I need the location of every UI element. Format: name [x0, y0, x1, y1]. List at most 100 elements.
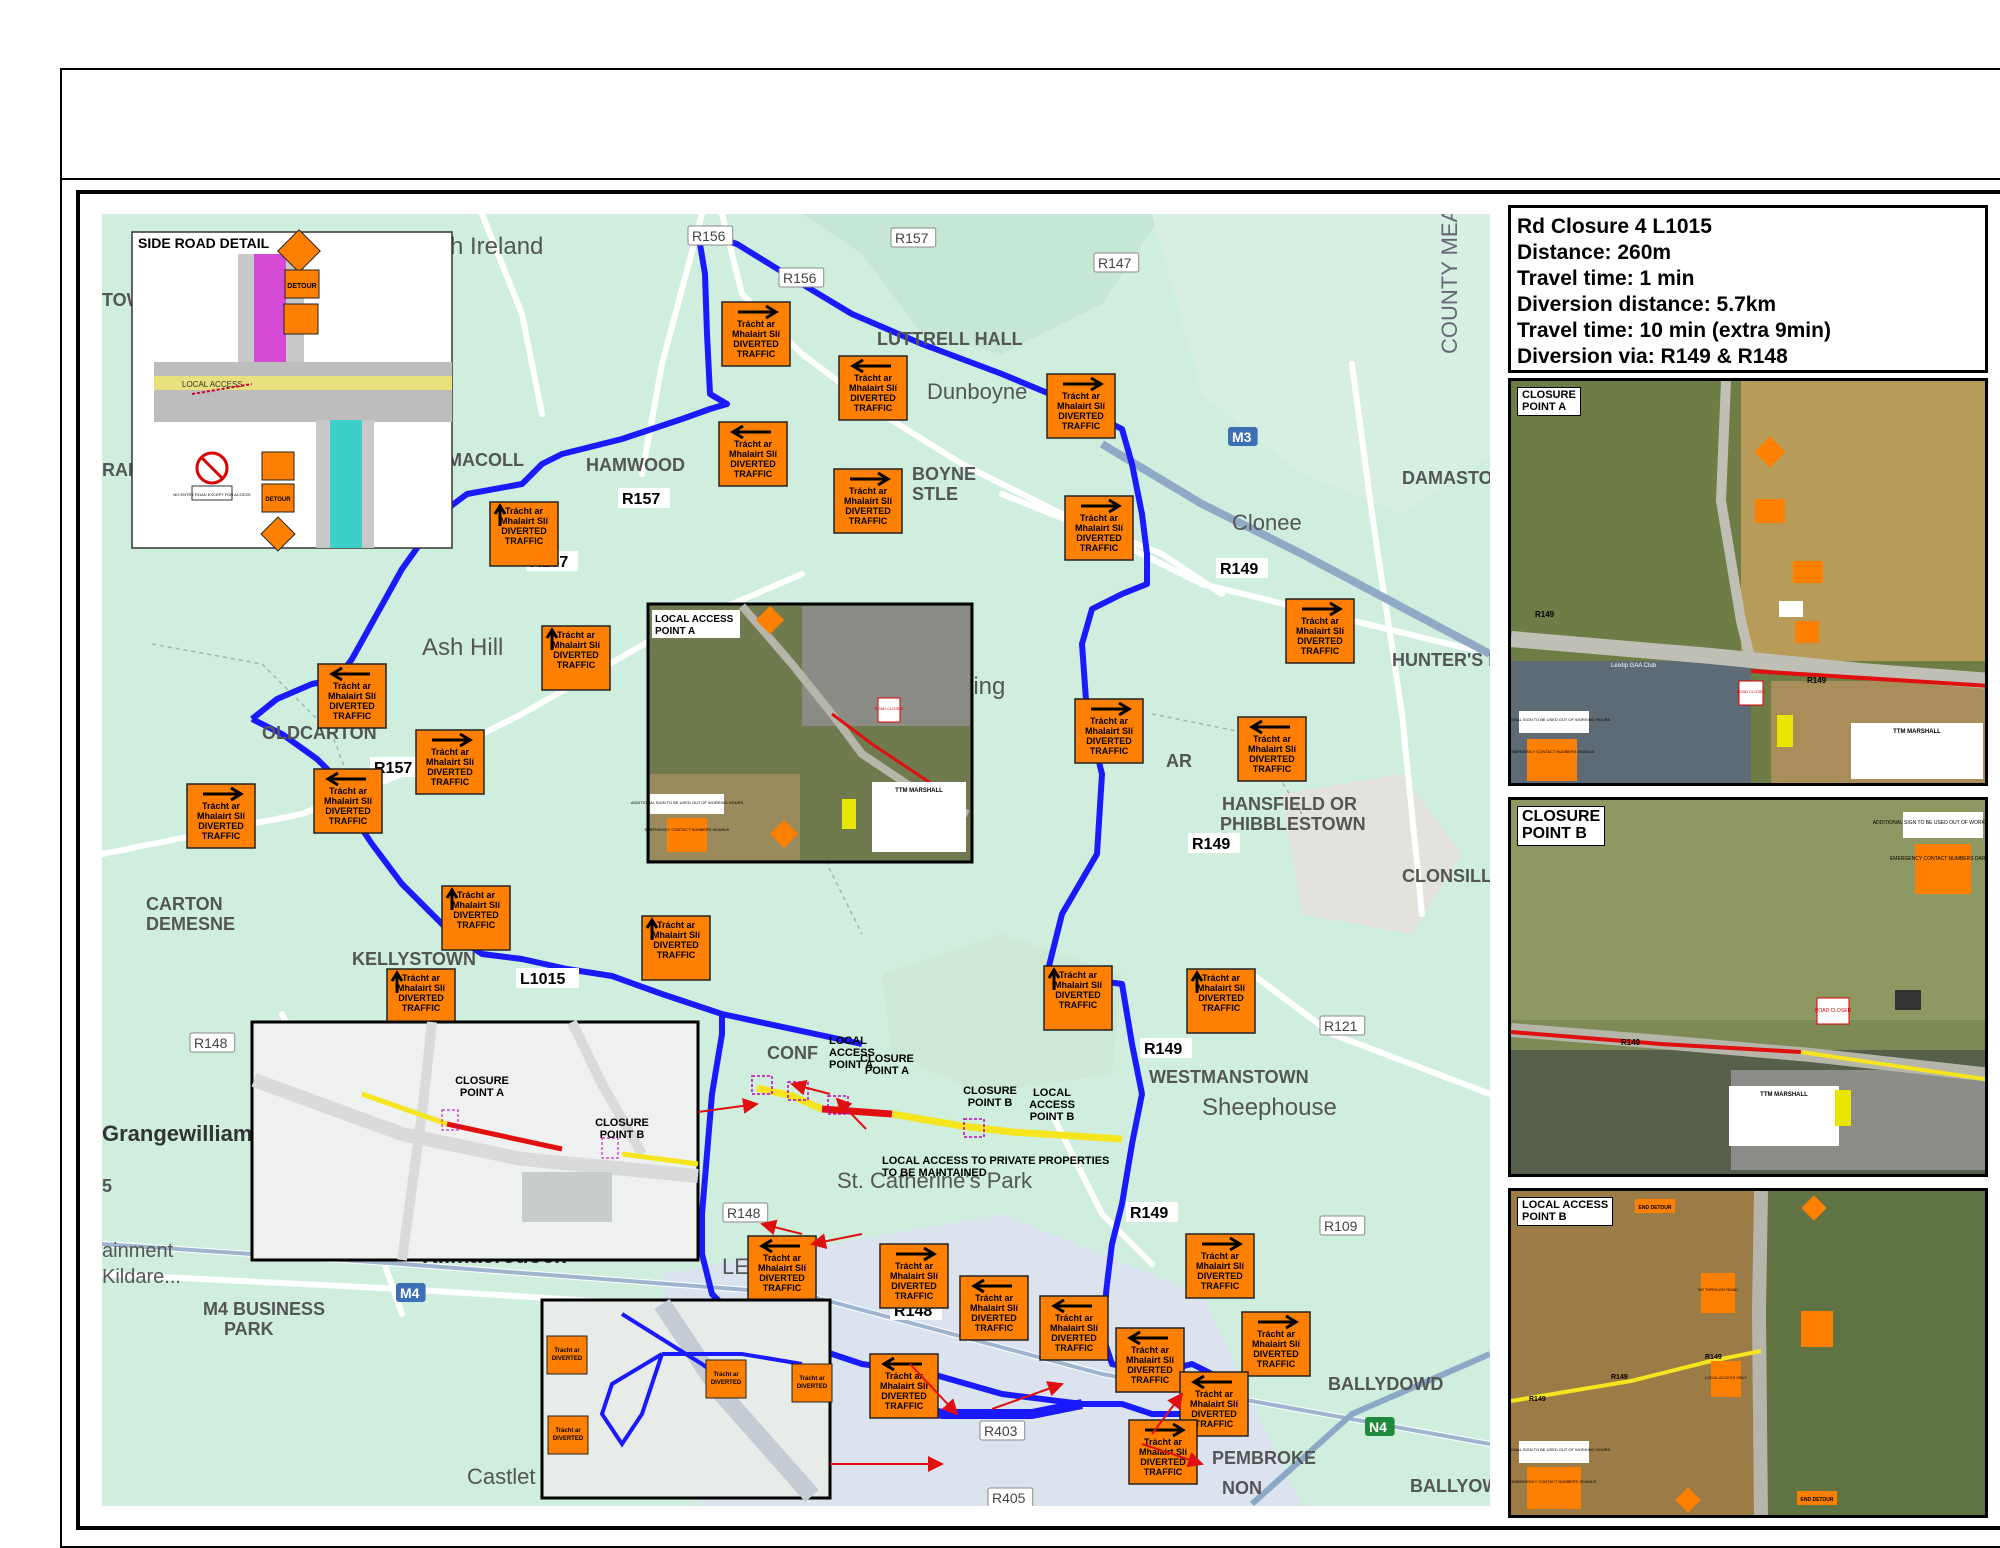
title-block-rule: [60, 178, 2000, 180]
closure-point-a-photo[interactable]: R149 R149 ROAD CLOSED ADDITIONAL SIGN TO BE…: [1508, 378, 1988, 786]
photo-road-label: R149: [1705, 1354, 1722, 1361]
diverted-sign: [261, 451, 295, 481]
place-label: CARTON: [146, 894, 223, 914]
photo-road-label: R149: [1621, 1038, 1641, 1047]
sign-text: TRAFFIC: [402, 1003, 441, 1013]
sign-text: TRAFFIC: [431, 777, 470, 787]
sign-text: TRAFFIC: [1301, 646, 1340, 656]
sign-text: DIVERTED: [501, 526, 547, 536]
sign-text: DIVERTED: [1086, 736, 1132, 746]
sign-text: Trácht ar: [849, 486, 888, 496]
sign-text: DIVERTED: [881, 1391, 927, 1401]
local-access-a-text: LOCAL: [829, 1035, 867, 1047]
place-label: HANSFIELD OR: [1222, 794, 1357, 814]
photo-road: [1751, 1191, 1768, 1515]
sign-text: Mhalairt Slí: [890, 1271, 939, 1281]
road-number-label: R148: [194, 1035, 228, 1051]
sign-text: DIVERTED: [1140, 1457, 1186, 1467]
sign-text: DIVERTED: [1191, 1409, 1237, 1419]
diversion-sign: Trácht arMhalairt SlíDIVERTEDTRAFFIC: [1285, 598, 1355, 664]
sign-text: DIVERTED: [1058, 411, 1104, 421]
sign-text: Trácht ar: [1055, 1313, 1094, 1323]
sign-text: Mhalairt Slí: [452, 900, 501, 910]
photo-road-label: R149: [1529, 1396, 1546, 1403]
diversion-map[interactable]: R156 R157 R147 R156 LUTTRELL HALL Dunboyne HAM…: [102, 214, 1490, 1506]
diversion-via: Diversion via: R149 & R148: [1517, 345, 1788, 368]
sign-text: Trácht ar: [763, 1253, 802, 1263]
sign-text: DIVERTED: [1127, 1365, 1173, 1375]
sign-text: DIVERTED: [198, 821, 244, 831]
sign-text: Mhalairt Slí: [1248, 744, 1297, 754]
marshall-figure: [842, 799, 856, 829]
sign-text: TRAFFIC: [895, 1291, 934, 1301]
photo-note-text: END DETOUR: [1801, 1497, 1834, 1503]
emergency-sign: [1915, 844, 1971, 894]
private-access-text: LOCAL ACCESS TO PRIVATE PROPERTIES: [882, 1155, 1109, 1167]
sign-text: Mhalairt Slí: [880, 1381, 929, 1391]
photo-note-text: EMERGENCY CONTACT NUMBERS SEAMUS: [1511, 749, 1595, 754]
marshall-figure: [1835, 1090, 1851, 1126]
photo-note-text: ROAD CLOSED: [1815, 1008, 1852, 1014]
place-label: BOYNE: [912, 464, 976, 484]
additional-sign-note: [1519, 1441, 1589, 1463]
sign-text: DIVERTED: [325, 806, 371, 816]
sign-text: TRAFFIC: [885, 1401, 924, 1411]
inset-building: [522, 1172, 612, 1222]
diversion-sign: Trácht arMhalairt SlíDIVERTEDTRAFFIC: [1039, 1295, 1109, 1361]
diversion-sign: Trácht arMhalairt SlíDIVERTEDTRAFFIC: [186, 783, 256, 849]
sign-text: Mhalairt Slí: [324, 796, 373, 806]
local-access-b-photo[interactable]: R149 R149 R149 NO THROUGH ROAD LOCAL ACCESS …: [1508, 1188, 1988, 1518]
sign-text: TRAFFIC: [1195, 1419, 1234, 1429]
sign-text: DIVERTED: [1076, 533, 1122, 543]
diversion-sign: Trácht arMhalairt SlíDIVERTEDTRAFFIC: [641, 915, 711, 981]
sign-text: TRAFFIC: [1090, 746, 1129, 756]
sign-text: Trácht ar: [431, 747, 470, 757]
sign-text: TRAFFIC: [1080, 543, 1119, 553]
sign-text: Trácht ar: [734, 439, 773, 449]
private-access-text: TO BE MAINTAINED: [882, 1167, 987, 1179]
photo-note-text: END DETOUR: [1639, 1205, 1672, 1211]
place-label: ainment: [102, 1240, 174, 1262]
sign-text: Mhalairt Slí: [1296, 626, 1345, 636]
motorway-label: M3: [1232, 429, 1252, 445]
sign-text: DIVERTED: [1198, 993, 1244, 1003]
sign-text: DIVERTED: [1197, 1271, 1243, 1281]
local-access-b-text: LOCAL: [1033, 1087, 1071, 1099]
sign-text: DIVERTED: [398, 993, 444, 1003]
sign-text: TRAFFIC: [854, 403, 893, 413]
diversion-sign: Trácht arMhalairt SlíDIVERTEDTRAFFIC: [1237, 716, 1307, 782]
place-label: LUTTRELL HALL: [877, 329, 1023, 349]
diversion-sign: Trácht arMhalairt SlíDIVERTEDTRAFFIC: [489, 501, 559, 567]
closure-b-text: POINT B: [968, 1097, 1013, 1109]
sign-text: TRAFFIC: [1144, 1467, 1183, 1477]
sign-text: Mhalairt Slí: [397, 983, 446, 993]
sign-text: Mhalairt Slí: [970, 1303, 1019, 1313]
sign-text: Mhalairt Slí: [732, 329, 781, 339]
sign-text: Mhalairt Slí: [426, 757, 475, 767]
sign-text: TRAFFIC: [202, 831, 241, 841]
closure-point-b-label: CLOSURE POINT B: [1517, 806, 1606, 846]
sign-text: Mhalairt Slí: [1085, 726, 1134, 736]
sign-text: Trácht ar: [202, 801, 241, 811]
photo-label-text: LOCAL ACCESS: [655, 614, 734, 625]
diverted-sign: [705, 1359, 747, 1399]
sign-text: TRAFFIC: [975, 1323, 1014, 1333]
sign-text: DIVERTED: [759, 1273, 805, 1283]
place-label: HAMWOOD: [586, 455, 685, 475]
emergency-sign: [1527, 1467, 1581, 1509]
diversion-sign: Trácht arMhalairt SlíDIVERTEDTRAFFIC: [1185, 1233, 1255, 1299]
route-number-label: L1015: [520, 971, 565, 988]
sign-text: Trácht ar: [505, 506, 544, 516]
place-label: Castlet: [467, 1464, 535, 1489]
sign-text: DIVERTED: [1297, 636, 1343, 646]
sign-text: DIVERTED: [1249, 754, 1295, 764]
diversion-sign: Trácht arMhalairt SlíDIVERTEDTRAFFIC: [879, 1243, 949, 1309]
note-text: ROAD CLOSED: [874, 706, 903, 711]
sign-text: Trácht ar: [1202, 973, 1241, 983]
closure-point-b-photo[interactable]: R149 ROAD CLOSED ADDITIONAL SIGN TO BE USE…: [1508, 797, 1988, 1177]
place-label: KELLYSTOWN: [352, 949, 476, 969]
closure-point-text: POINT B: [600, 1129, 645, 1141]
diversion-sign: Trácht arMhalairt SlíDIVERTEDTRAFFIC: [1074, 698, 1144, 764]
place-label: Ash Hill: [422, 634, 503, 661]
national-road-label: N4: [1369, 1419, 1387, 1435]
